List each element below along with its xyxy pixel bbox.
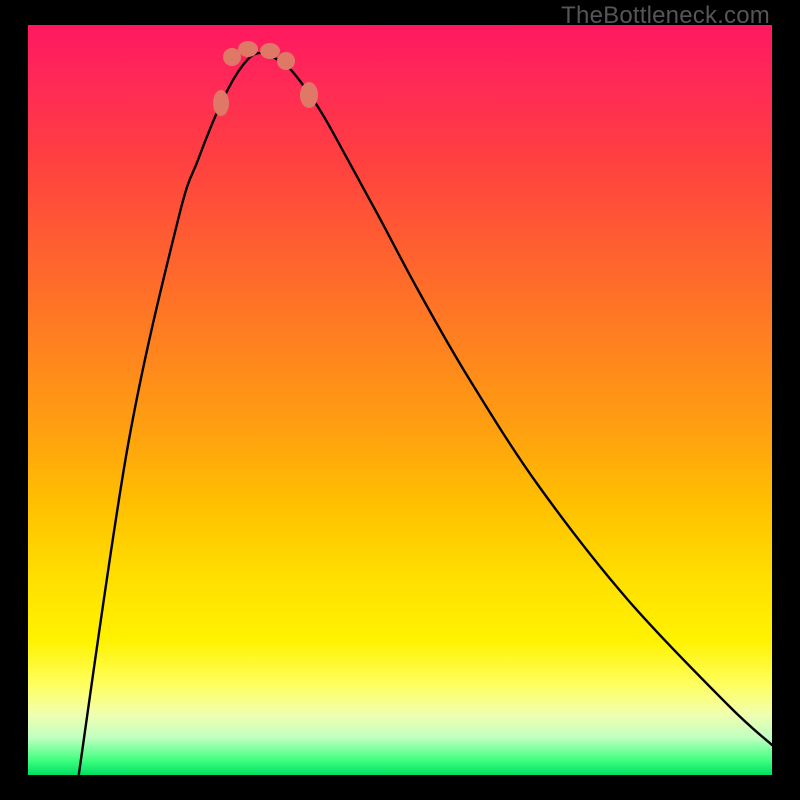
- plot-area: [28, 25, 772, 775]
- curve-svg: [28, 25, 772, 775]
- curve-marker: [277, 52, 295, 70]
- curve-marker: [260, 43, 280, 59]
- curve-marker: [300, 82, 318, 108]
- chart-container: TheBottleneck.com: [0, 0, 800, 800]
- curve-marker: [213, 90, 229, 116]
- markers-group: [213, 41, 318, 116]
- curve-marker: [238, 41, 258, 57]
- bottleneck-curve: [78, 53, 772, 775]
